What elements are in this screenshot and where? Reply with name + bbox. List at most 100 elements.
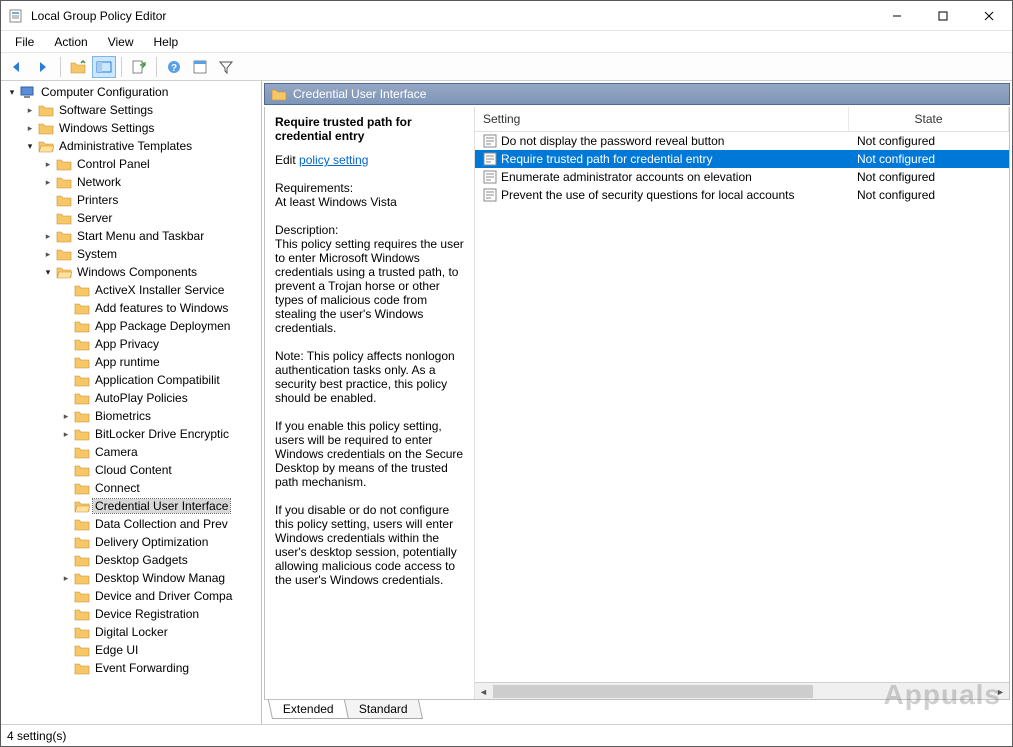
expand-icon [59,337,73,351]
tree-item[interactable]: Printers [41,191,261,209]
tree-item[interactable]: Cloud Content [59,461,261,479]
folder-icon [74,480,90,496]
expand-icon[interactable]: ▸ [41,175,55,189]
tree-item[interactable]: Delivery Optimization [59,533,261,551]
collapse-icon[interactable]: ▾ [23,139,37,153]
tree-item[interactable]: ▸Desktop Window Manag [59,569,261,587]
list-item[interactable]: Do not display the password reveal butto… [475,132,1009,150]
list-body[interactable]: Do not display the password reveal butto… [475,132,1009,682]
back-button[interactable] [5,56,29,78]
expand-icon[interactable]: ▸ [41,157,55,171]
forward-button[interactable] [31,56,55,78]
tree-item[interactable]: AutoPlay Policies [59,389,261,407]
tree-item[interactable]: Camera [59,443,261,461]
tree-pane[interactable]: ▾Computer Configuration▸Software Setting… [1,81,262,724]
properties-button[interactable] [188,56,212,78]
expand-icon[interactable]: ▸ [59,571,73,585]
expand-icon[interactable]: ▸ [59,427,73,441]
scroll-left-arrow[interactable]: ◄ [475,683,492,699]
setting-state: Not configured [849,170,1009,184]
folder-icon [271,86,287,102]
scroll-right-arrow[interactable]: ► [992,683,1009,699]
tree-item[interactable]: Add features to Windows [59,299,261,317]
column-setting[interactable]: Setting [475,107,849,131]
tree-label: Device and Driver Compa [93,589,234,603]
collapse-icon[interactable]: ▾ [5,85,19,99]
app-window: Local Group Policy Editor File Action Vi… [0,0,1013,747]
tree-item[interactable]: ▸Software Settings [23,101,261,119]
tree-item[interactable]: Device Registration [59,605,261,623]
tree-item[interactable]: ▸Network [41,173,261,191]
minimize-button[interactable] [874,1,920,31]
expand-icon[interactable]: ▸ [41,229,55,243]
maximize-button[interactable] [920,1,966,31]
tree-label: Data Collection and Prev [93,517,230,531]
up-button[interactable] [66,56,90,78]
column-state[interactable]: State [849,107,1009,131]
tree-item[interactable]: ▾Computer Configuration [5,83,261,101]
tree-label: App Privacy [93,337,161,351]
list-item[interactable]: Require trusted path for credential entr… [475,150,1009,168]
tree-item[interactable]: Event Forwarding [59,659,261,677]
tree-item[interactable]: Data Collection and Prev [59,515,261,533]
tree-item[interactable]: Desktop Gadgets [59,551,261,569]
tree-item[interactable]: Connect [59,479,261,497]
tree-item[interactable]: Server [41,209,261,227]
folder-icon [74,462,90,478]
tree-item[interactable]: ▸Start Menu and Taskbar [41,227,261,245]
expand-icon [59,481,73,495]
tree-item[interactable]: App runtime [59,353,261,371]
folder-icon [56,174,72,190]
menu-file[interactable]: File [5,33,44,51]
folder-icon [56,156,72,172]
tree-label: Server [75,211,114,225]
menu-view[interactable]: View [98,33,144,51]
tab-extended[interactable]: Extended [268,700,349,719]
detail-area: Require trusted path for credential entr… [264,107,1010,700]
show-hide-tree-button[interactable] [92,56,116,78]
tree-label: Control Panel [75,157,152,171]
expand-icon [59,445,73,459]
setting-state: Not configured [849,134,1009,148]
setting-icon [483,170,497,184]
list-header[interactable]: Setting State [475,107,1009,132]
collapse-icon[interactable]: ▾ [41,265,55,279]
tree-item[interactable]: ▸ System [41,245,261,263]
edit-policy-link[interactable]: policy setting [299,153,368,167]
tree-label: Event Forwarding [93,661,191,675]
menu-help[interactable]: Help [144,33,189,51]
tree-item[interactable]: ActiveX Installer Service [59,281,261,299]
tree-item[interactable]: App Package Deploymen [59,317,261,335]
app-icon [9,8,25,24]
scroll-thumb[interactable] [493,685,813,698]
tree-item[interactable]: Credential User Interface [59,497,261,515]
tree-item[interactable]: Edge UI [59,641,261,659]
expand-icon [59,319,73,333]
tree-item[interactable]: ▸Biometrics [59,407,261,425]
expand-icon[interactable]: ▸ [23,103,37,117]
tab-standard[interactable]: Standard [344,700,423,719]
list-item[interactable]: Prevent the use of security questions fo… [475,186,1009,204]
expand-icon[interactable]: ▸ [59,409,73,423]
tree-item[interactable]: ▾Windows Components [41,263,261,281]
tree-item[interactable]: ▸BitLocker Drive Encryptic [59,425,261,443]
filter-button[interactable] [214,56,238,78]
menu-action[interactable]: Action [44,33,97,51]
list-item[interactable]: Enumerate administrator accounts on elev… [475,168,1009,186]
expand-icon[interactable]: ▸ [23,121,37,135]
close-button[interactable] [966,1,1012,31]
export-list-button[interactable] [127,56,151,78]
tree-item[interactable]: ▸Windows Settings [23,119,261,137]
tree-item[interactable]: Digital Locker [59,623,261,641]
description-p2: Note: This policy affects nonlogon authe… [275,349,464,405]
tree-item[interactable]: Application Compatibilit [59,371,261,389]
tree-item[interactable]: ▸ Control Panel [41,155,261,173]
tree-item[interactable]: Device and Driver Compa [59,587,261,605]
horizontal-scrollbar[interactable]: ◄ ► [475,682,1009,699]
help-button[interactable]: ? [162,56,186,78]
tree-label: System [75,247,119,261]
folder-icon [74,642,90,658]
tree-item[interactable]: App Privacy [59,335,261,353]
expand-icon[interactable]: ▸ [41,247,55,261]
tree-item[interactable]: ▾Administrative Templates [23,137,261,155]
